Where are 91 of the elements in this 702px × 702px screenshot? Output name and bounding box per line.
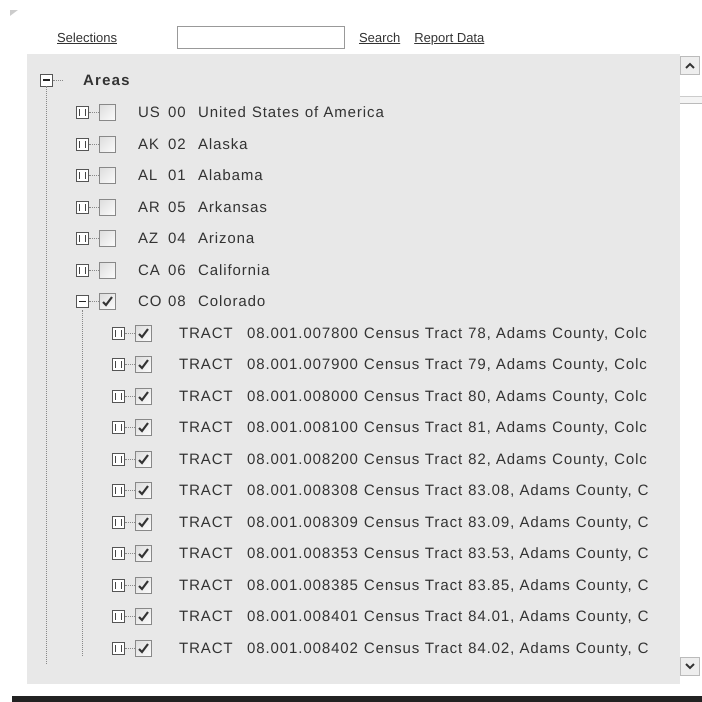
checkbox[interactable] bbox=[99, 262, 116, 279]
expander-icon[interactable] bbox=[112, 326, 125, 340]
area-type: TRACT bbox=[179, 576, 234, 594]
area-code: AK bbox=[138, 136, 161, 153]
area-type: TRACT bbox=[179, 608, 234, 626]
area-name[interactable]: 08.001.008353 Census Tract 83.53, Adams County, C bbox=[247, 545, 650, 562]
area-number: 05 bbox=[168, 198, 188, 216]
expander-icon[interactable] bbox=[112, 484, 125, 498]
expander-icon[interactable] bbox=[76, 200, 89, 214]
area-name[interactable]: Alabama bbox=[198, 167, 264, 184]
area-name[interactable]: Alaska bbox=[198, 136, 248, 153]
area-number: 08 bbox=[168, 293, 188, 310]
area-type: TRACT bbox=[179, 482, 234, 500]
checkbox[interactable] bbox=[135, 608, 152, 626]
checkbox[interactable] bbox=[135, 388, 152, 405]
area-type: TRACT bbox=[179, 419, 234, 436]
area-name[interactable]: Colorado bbox=[198, 293, 266, 310]
area-name[interactable]: Arizona bbox=[198, 230, 256, 248]
checkbox[interactable] bbox=[99, 136, 116, 153]
area-name[interactable]: 08.001.008385 Census Tract 83.85, Adams County, C bbox=[247, 576, 650, 594]
expander-icon[interactable] bbox=[40, 74, 53, 86]
area-code: CA bbox=[138, 262, 162, 279]
area-type: TRACT bbox=[179, 545, 234, 562]
expander-icon[interactable] bbox=[112, 547, 125, 560]
expander-icon[interactable] bbox=[112, 452, 125, 466]
area-name[interactable]: 08.001.008200 Census Tract 82, Adams County, Colc bbox=[247, 450, 648, 468]
checkbox[interactable] bbox=[99, 293, 116, 310]
checkbox[interactable] bbox=[135, 545, 152, 562]
search-field[interactable] bbox=[176, 26, 345, 48]
expander-icon[interactable] bbox=[76, 138, 89, 151]
area-name[interactable]: 08.001.008100 Census Tract 81, Adams County, Colc bbox=[247, 419, 648, 436]
area-number: 00 bbox=[168, 104, 188, 122]
checkbox[interactable] bbox=[99, 167, 116, 184]
area-number: 06 bbox=[168, 262, 188, 279]
expander-icon[interactable] bbox=[112, 421, 125, 434]
selections-link[interactable]: Selections bbox=[57, 30, 117, 44]
area-name[interactable]: 08.001.007800 Census Tract 78, Adams County, Colc bbox=[247, 324, 648, 342]
area-code: CO bbox=[138, 293, 164, 310]
expander-icon[interactable] bbox=[76, 169, 89, 182]
scrollbar-thumb[interactable] bbox=[680, 96, 702, 104]
area-type: TRACT bbox=[179, 640, 234, 657]
expander-icon[interactable] bbox=[112, 390, 125, 403]
checkbox[interactable] bbox=[135, 482, 152, 500]
area-name[interactable]: United States of America bbox=[198, 104, 385, 122]
area-name[interactable]: 08.001.008401 Census Tract 84.01, Adams County, C bbox=[247, 608, 650, 626]
area-type: TRACT bbox=[179, 450, 234, 468]
expander-icon[interactable] bbox=[76, 295, 89, 308]
area-code: US bbox=[138, 104, 162, 122]
scroll-up-button[interactable] bbox=[680, 56, 700, 75]
area-code: AL bbox=[138, 167, 160, 184]
area-number: 04 bbox=[168, 230, 188, 248]
expander-icon[interactable] bbox=[112, 642, 125, 655]
checkbox[interactable] bbox=[135, 514, 152, 531]
area-type: TRACT bbox=[179, 356, 234, 374]
area-type: TRACT bbox=[179, 388, 234, 405]
expander-icon[interactable] bbox=[112, 358, 125, 372]
area-name[interactable]: 08.001.008000 Census Tract 80, Adams County, Colc bbox=[247, 388, 648, 405]
area-type: TRACT bbox=[179, 324, 234, 342]
checkbox[interactable] bbox=[135, 576, 152, 594]
area-type: TRACT bbox=[179, 514, 234, 531]
checkbox[interactable] bbox=[135, 356, 152, 374]
expander-icon[interactable] bbox=[76, 106, 89, 120]
search-link[interactable]: Search bbox=[358, 30, 400, 44]
expander-icon[interactable] bbox=[76, 232, 89, 246]
checkbox[interactable] bbox=[99, 104, 116, 122]
checkbox[interactable] bbox=[99, 198, 116, 216]
corner-icon bbox=[10, 10, 18, 16]
area-number: 02 bbox=[168, 136, 188, 153]
area-number: 01 bbox=[168, 167, 188, 184]
area-name[interactable]: 08.001.008308 Census Tract 83.08, Adams County, C bbox=[247, 482, 650, 500]
expander-icon[interactable] bbox=[112, 578, 125, 592]
area-name[interactable]: 08.001.008402 Census Tract 84.02, Adams County, C bbox=[247, 640, 650, 657]
expander-icon[interactable] bbox=[112, 610, 125, 624]
expander-icon[interactable] bbox=[76, 264, 89, 277]
scroll-down-button[interactable] bbox=[680, 657, 700, 676]
chevron-up-icon bbox=[685, 62, 695, 69]
checkbox[interactable] bbox=[99, 230, 116, 248]
area-name[interactable]: California bbox=[198, 262, 270, 279]
area-code: AZ bbox=[138, 230, 160, 248]
area-name[interactable]: 08.001.007900 Census Tract 79, Adams County, Colc bbox=[247, 356, 648, 374]
checkbox[interactable] bbox=[135, 450, 152, 468]
area-name[interactable]: 08.001.008309 Census Tract 83.09, Adams County, C bbox=[247, 514, 650, 531]
area-name[interactable]: Arkansas bbox=[198, 198, 268, 216]
checkbox[interactable] bbox=[135, 419, 152, 436]
chevron-down-icon bbox=[685, 663, 695, 670]
checkbox[interactable] bbox=[135, 640, 152, 657]
report-data-link[interactable]: Report Data bbox=[414, 30, 484, 44]
tree-root-label[interactable]: Areas bbox=[83, 72, 131, 88]
expander-icon[interactable] bbox=[112, 516, 125, 529]
area-code: AR bbox=[138, 198, 162, 216]
checkbox[interactable] bbox=[135, 324, 152, 342]
